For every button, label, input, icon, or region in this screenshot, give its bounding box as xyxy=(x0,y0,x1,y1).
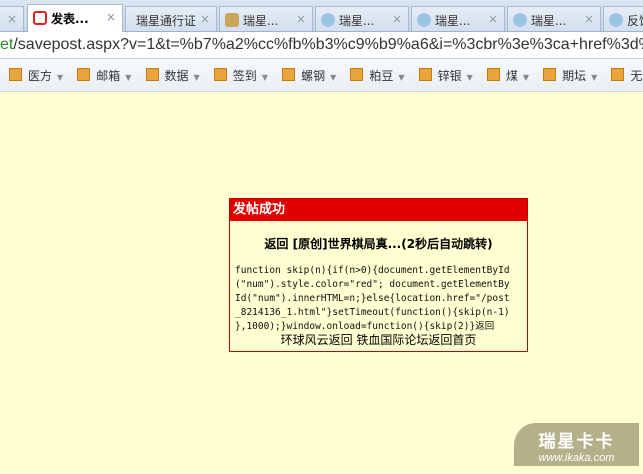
tab-3[interactable]: 瑞星... × xyxy=(219,6,313,31)
tab-label: 瑞星... xyxy=(435,14,471,28)
bookmark-label: 签到 xyxy=(232,69,257,83)
bookmark-folder[interactable]: 邮箱 ▼ xyxy=(77,67,131,84)
bookmark-folder[interactable]: 签到 ▼ xyxy=(213,67,268,84)
tab-1[interactable]: 发表... × xyxy=(27,4,123,32)
chevron-down-icon: ▼ xyxy=(398,73,405,82)
bookmarks-bar: 医方 ▼ 邮箱 ▼ 数据 ▼ 签到 ▼ 螺钢 ▼ 粕豆 ▼ 锌银 ▼ 煤 ▼ 期坛 ▼ 无 xyxy=(0,59,643,92)
folder-icon xyxy=(418,68,432,81)
tab-7[interactable]: 反馈 xyxy=(603,6,643,31)
bookmark-folder[interactable]: 数据 ▼ xyxy=(145,67,200,84)
folder-icon xyxy=(77,68,91,81)
chevron-down-icon: ▼ xyxy=(522,73,530,82)
tab-label: 反馈 xyxy=(627,14,643,28)
bookmark-folder[interactable]: 螺钢 ▼ xyxy=(282,67,336,84)
tab-bar: × 发表... × 瑞星通行证 × 瑞星... × 瑞星... × 瑞星... × 瑞星.… xyxy=(0,0,643,32)
code-line: ("num").style.color="red"; document.getE… xyxy=(235,279,510,290)
chevron-down-icon: ▼ xyxy=(261,73,268,82)
chevron-down-icon: ▼ xyxy=(466,73,473,82)
shield-icon xyxy=(417,13,431,27)
watermark-url: www.ikaka.com xyxy=(538,452,615,464)
tab-label: 发表... xyxy=(51,12,89,26)
chevron-down-icon: ▼ xyxy=(330,73,337,82)
bookmark-label: 锌银 xyxy=(437,69,462,83)
bookmark-label: 煤 xyxy=(505,69,518,83)
folder-icon xyxy=(350,68,364,81)
tab-label: 瑞星... xyxy=(531,14,567,28)
close-tab-icon[interactable]: × xyxy=(200,12,210,26)
folder-icon xyxy=(611,68,625,81)
url-path: /savepost.aspx?v=1&t=%b7%a2%cc%fb%b3%c9%… xyxy=(13,36,643,53)
chevron-down-icon: ▼ xyxy=(591,73,598,82)
watermark-brand: 瑞星卡卡 xyxy=(538,432,615,452)
bookmark-label: 粕豆 xyxy=(369,69,394,83)
close-tab-icon[interactable]: × xyxy=(106,10,116,24)
folder-icon xyxy=(145,68,159,81)
bookmark-folder[interactable]: 粕豆 ▼ xyxy=(350,67,405,84)
folder-icon xyxy=(213,68,227,81)
bookmark-folder[interactable]: 医方 ▼ xyxy=(9,67,63,84)
tab-label: 瑞星... xyxy=(243,14,279,28)
close-tab-icon[interactable]: × xyxy=(584,12,594,26)
redirect-message[interactable]: 返回 [原创]世界棋局真...(2秒后自动跳转) xyxy=(230,235,527,252)
close-tab-icon[interactable]: × xyxy=(296,12,306,26)
bookmark-label: 数据 xyxy=(164,69,189,83)
bookmark-folder[interactable]: 无 xyxy=(611,67,642,84)
return-links[interactable]: 环球风云返回 铁血国际论坛返回首页 xyxy=(230,334,527,347)
shield-icon xyxy=(321,13,335,27)
url-host: et xyxy=(0,36,14,53)
folder-icon xyxy=(9,68,22,81)
bookmark-folder[interactable]: 煤 ▼ xyxy=(486,67,530,84)
shield-icon xyxy=(513,13,527,27)
shield-icon xyxy=(609,13,623,27)
post-success-dialog: 发帖成功 返回 [原创]世界棋局真...(2秒后自动跳转) function s… xyxy=(229,198,528,352)
script-text: function skip(n){if(n>0){document.getEle… xyxy=(235,264,527,334)
close-tab-icon[interactable]: × xyxy=(392,12,402,26)
bookmark-label: 期坛 xyxy=(562,69,587,83)
code-line: Id("num").innerHTML=n;}else{location.hre… xyxy=(235,293,510,304)
tab-5[interactable]: 瑞星... × xyxy=(411,6,505,31)
ikaka-watermark: 瑞星卡卡 www.ikaka.com xyxy=(514,423,639,466)
code-line: _8214136_1.html"}setTimeout(function(){s… xyxy=(235,307,510,318)
tab-6[interactable]: 瑞星... × xyxy=(507,6,601,31)
bookmark-folder[interactable]: 锌银 ▼ xyxy=(418,67,473,84)
code-line: function skip(n){if(n>0){document.getEle… xyxy=(235,265,510,276)
dialog-title: 发帖成功 xyxy=(230,199,527,221)
bookmark-label: 邮箱 xyxy=(96,69,121,83)
tab-2[interactable]: 瑞星通行证 × xyxy=(125,6,217,31)
site-logo-icon xyxy=(33,11,47,25)
chevron-down-icon: ▼ xyxy=(57,73,64,82)
folder-icon xyxy=(282,68,296,81)
bookmark-label: 无 xyxy=(630,69,643,83)
folder-icon xyxy=(486,68,500,81)
bookmark-label: 医方 xyxy=(28,69,53,83)
chevron-down-icon: ▼ xyxy=(193,73,200,82)
close-tab-icon[interactable]: × xyxy=(7,12,17,26)
bookmark-label: 螺钢 xyxy=(301,69,326,83)
tab-0[interactable]: × xyxy=(0,6,24,31)
tab-4[interactable]: 瑞星... × xyxy=(315,6,409,31)
chevron-down-icon: ▼ xyxy=(125,73,132,82)
close-tab-icon[interactable]: × xyxy=(488,12,498,26)
tab-label: 瑞星... xyxy=(339,14,375,28)
address-bar[interactable]: et/savepost.aspx?v=1&t=%b7%a2%cc%fb%b3%c… xyxy=(0,32,643,59)
code-line: },1000);}window.onload=function(){skip(2… xyxy=(235,321,495,332)
folder-icon xyxy=(543,68,557,81)
bookmark-folder[interactable]: 期坛 ▼ xyxy=(543,67,597,84)
tab-label: 瑞星通行证 xyxy=(136,14,197,28)
lion-icon xyxy=(225,13,239,27)
